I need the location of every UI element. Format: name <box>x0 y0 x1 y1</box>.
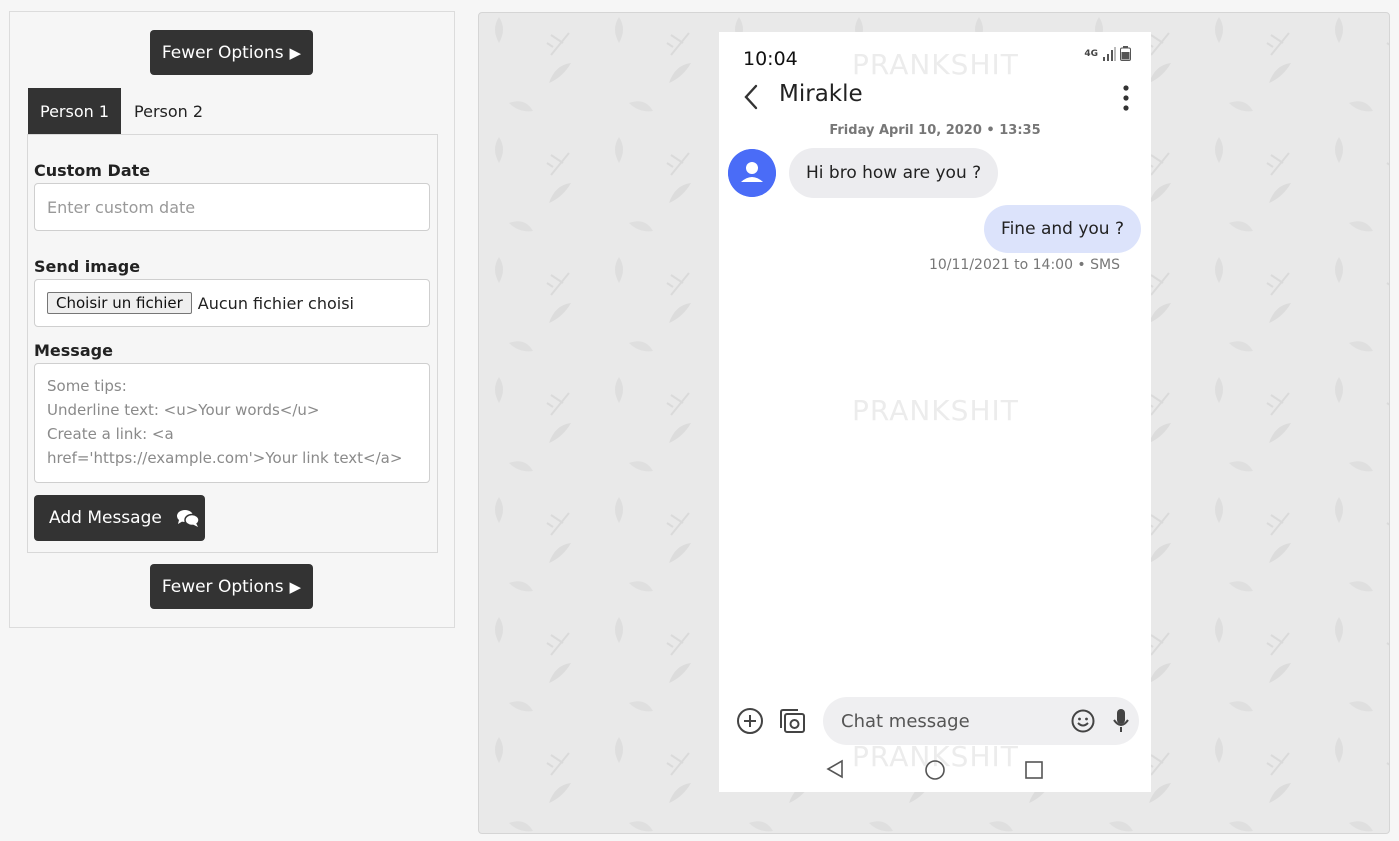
message-form: Custom Date Enter custom date Send image… <box>27 134 438 553</box>
nav-home-icon[interactable] <box>924 759 946 781</box>
image-file-input: Choisir un fichier Aucun fichier choisi <box>34 279 430 327</box>
more-options-icon[interactable] <box>1121 84 1131 112</box>
contact-name: Mirakle <box>779 81 863 107</box>
network-label: 4G <box>1084 48 1098 59</box>
microphone-icon[interactable] <box>1113 708 1129 734</box>
custom-date-input[interactable]: Enter custom date <box>34 183 430 231</box>
message-textarea[interactable]: Some tips: Underline text: <u>Your words… <box>34 363 430 483</box>
watermark: PRANKSHIT <box>852 394 1019 427</box>
choose-file-button[interactable]: Choisir un fichier <box>47 292 192 314</box>
tab-person-2[interactable]: Person 2 <box>121 88 215 135</box>
message-placeholder-line: Some tips: <box>47 377 127 395</box>
status-icons: 4G <box>1084 46 1131 61</box>
add-message-label: Add Message <box>49 508 162 528</box>
conversation-date: Friday April 10, 2020 • 13:35 <box>829 123 1041 138</box>
custom-date-label: Custom Date <box>34 161 151 180</box>
android-nav-bar <box>719 757 1151 783</box>
back-arrow-icon[interactable] <box>739 82 763 112</box>
message-timestamp: 10/11/2021 to 14:00 • SMS <box>928 257 1120 273</box>
add-attachment-icon[interactable] <box>736 707 764 735</box>
preview-area: PRANKSHIT PRANKSHIT PRANKSHIT 10:04 4G M… <box>478 12 1390 834</box>
battery-icon <box>1120 46 1131 61</box>
fewer-options-label: Fewer Options <box>161 576 284 597</box>
tab-person-1[interactable]: Person 1 <box>28 88 122 135</box>
message-label: Message <box>34 341 113 360</box>
file-status: Aucun fichier choisi <box>197 293 354 313</box>
add-message-button[interactable]: Add Message <box>34 495 205 541</box>
controls-panel: Fewer Options ▶ Person 1 Person 2 Custom… <box>9 11 455 628</box>
chat-bubbles-icon <box>176 510 200 527</box>
status-time: 10:04 <box>743 48 798 70</box>
outgoing-message-bubble: Fine and you ? <box>984 205 1141 253</box>
send-image-label: Send image <box>34 257 141 276</box>
person-tabs: Person 1 Person 2 <box>28 88 215 135</box>
play-icon: ▶ <box>289 43 302 62</box>
fewer-options-button-bottom[interactable]: Fewer Options ▶ <box>150 564 313 609</box>
watermark: PRANKSHIT <box>852 48 1019 81</box>
phone-screen: PRANKSHIT PRANKSHIT PRANKSHIT 10:04 4G M… <box>719 32 1151 792</box>
message-placeholder-line: Create a link: <a <box>47 425 174 443</box>
fewer-options-button-top[interactable]: Fewer Options ▶ <box>150 30 313 75</box>
message-placeholder-line: Underline text: <u>Your words</u> <box>47 401 320 419</box>
incoming-message-bubble: Hi bro how are you ? <box>789 148 999 198</box>
nav-recent-apps-icon[interactable] <box>1024 760 1044 780</box>
play-icon: ▶ <box>289 577 302 596</box>
message-placeholder-line: href='https://example.com'>Your link tex… <box>47 449 403 467</box>
signal-icon <box>1103 46 1116 61</box>
nav-back-icon[interactable] <box>825 759 845 779</box>
message-composer: Chat message <box>719 696 1151 746</box>
gallery-icon[interactable] <box>778 707 806 735</box>
contact-avatar <box>728 149 776 197</box>
conversation-header: Mirakle <box>719 78 1151 118</box>
fewer-options-label: Fewer Options <box>161 42 284 63</box>
emoji-icon[interactable] <box>1071 709 1095 733</box>
